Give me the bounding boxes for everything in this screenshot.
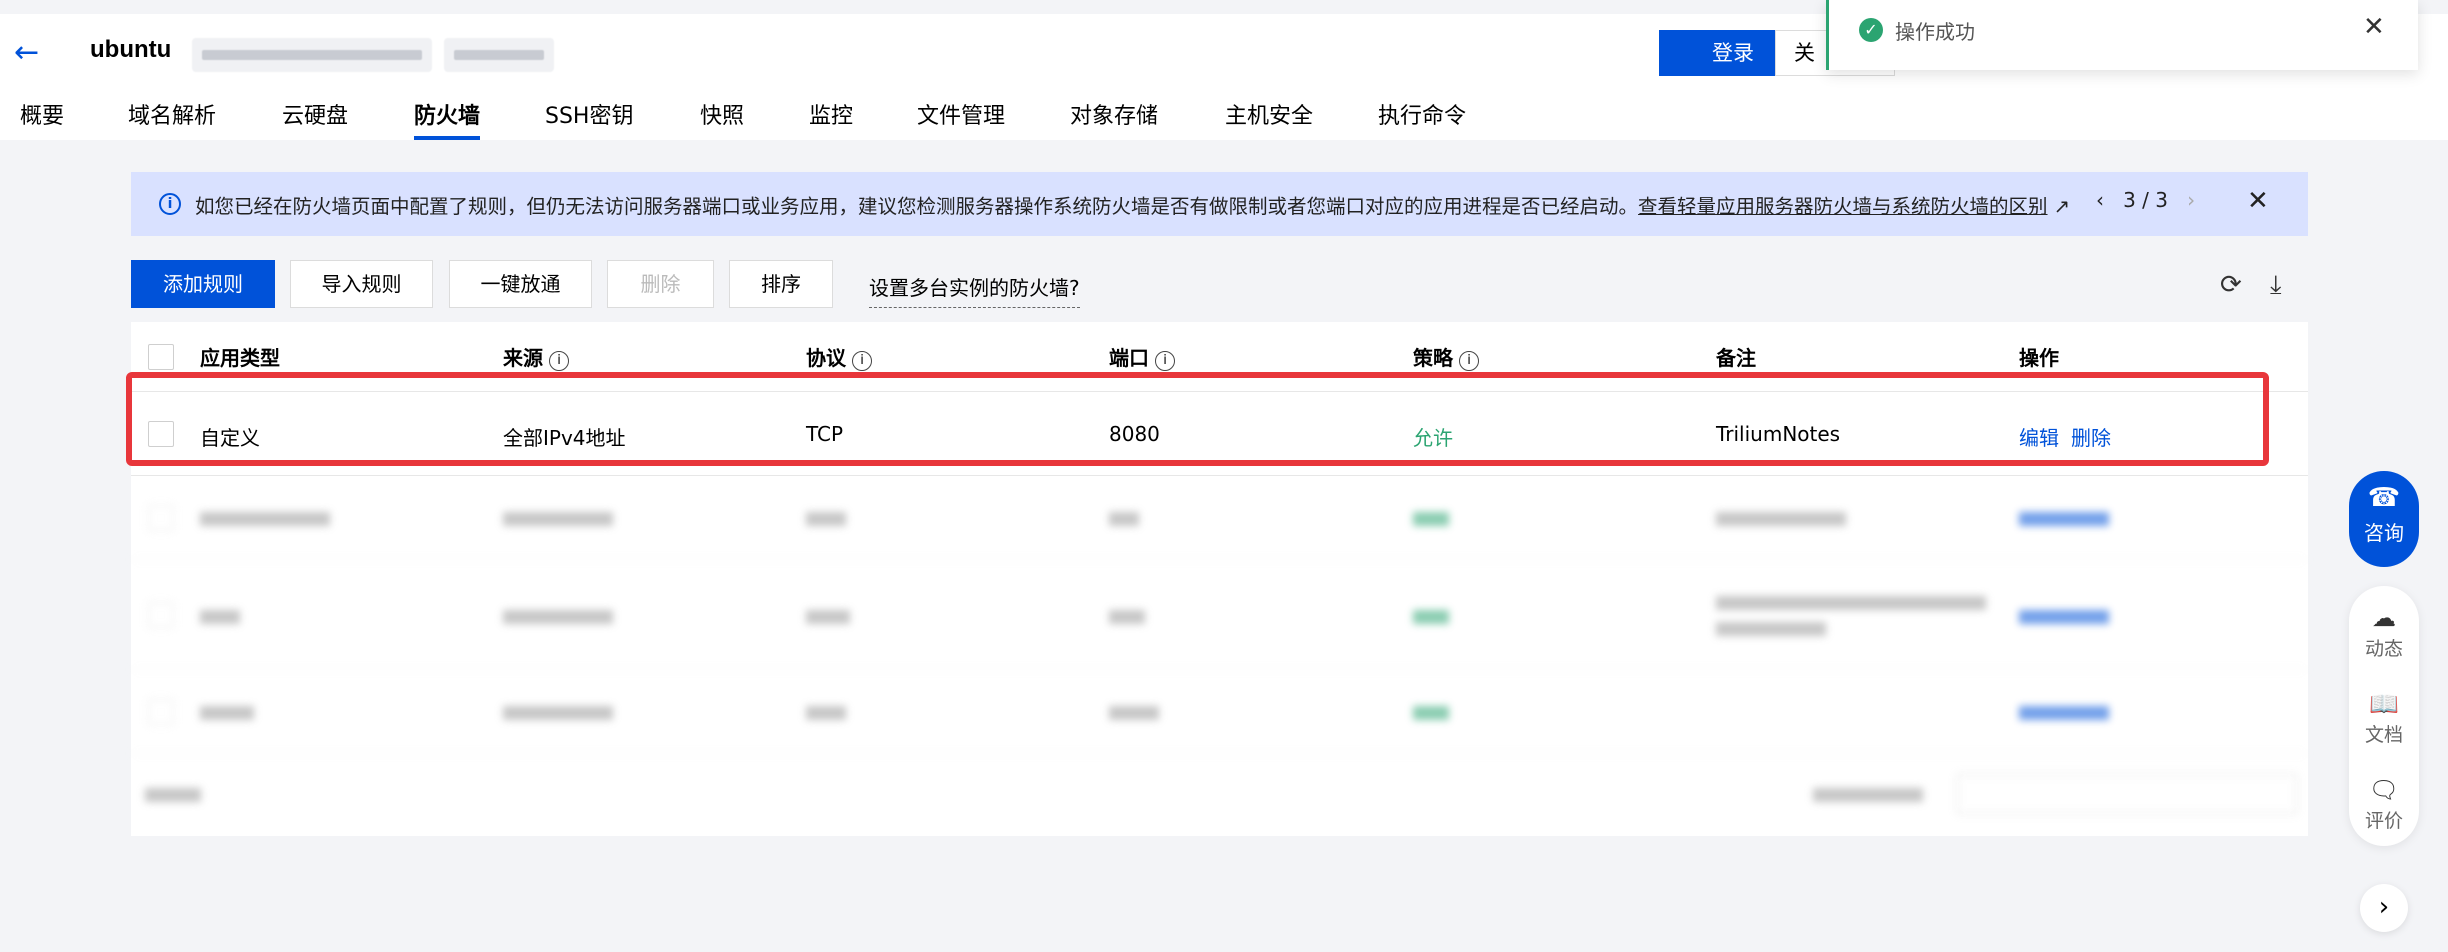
info-icon: i <box>159 193 181 215</box>
col-app-type: 应用类型 <box>200 346 280 370</box>
col-source: 来源 i <box>503 342 569 371</box>
col-policy: 策略 i <box>1413 342 1479 371</box>
add-rule-button[interactable]: 添加规则 <box>131 260 275 308</box>
blurred-text <box>200 610 240 624</box>
banner-message: 如您已经在防火墙页面中配置了规则，但仍无法访问服务器端口或业务应用，建议您检测服… <box>195 195 1639 218</box>
review-label: 评价 <box>2364 810 2403 832</box>
blurred-text <box>1716 512 1846 526</box>
external-link-icon: ↗ <box>2047 195 2071 218</box>
cloud-icon: ☁ <box>2372 604 2396 632</box>
news-label: 动态 <box>2364 638 2403 660</box>
refresh-icon[interactable]: ⟳ <box>2220 270 2242 300</box>
chevron-left-icon[interactable]: ‹ <box>2096 188 2104 212</box>
blurred-actions <box>2019 706 2109 720</box>
col-actions: 操作 <box>2019 346 2059 370</box>
table-row-blurred <box>131 560 2308 670</box>
tab-firewall[interactable]: 防火墙 <box>414 98 481 140</box>
check-circle-icon: ✓ <box>1859 18 1883 42</box>
docs-label: 文档 <box>2364 724 2403 746</box>
blurred-text <box>1413 706 1449 720</box>
blurred-text <box>806 610 850 624</box>
news-button[interactable]: ☁ 动态 <box>2349 604 2419 661</box>
col-protocol: 协议 i <box>806 342 872 371</box>
close-icon[interactable]: ✕ <box>2363 12 2385 42</box>
banner-pager: ‹ 3 / 3 › <box>2096 188 2195 212</box>
arrow-left-icon[interactable]: ← <box>14 36 48 70</box>
blurred-text <box>1716 622 1826 636</box>
blurred-text <box>1109 706 1159 720</box>
instance-name: ubuntu <box>90 36 172 63</box>
comment-icon: 🗨 <box>2368 776 2400 804</box>
float-tool-panel: ☁ 动态 📖 文档 🗨 评价 <box>2349 586 2419 846</box>
banner-page-indicator: 3 / 3 <box>2123 188 2168 212</box>
blurred-text <box>200 706 254 720</box>
banner-text: 如您已经在防火墙页面中配置了规则，但仍无法访问服务器端口或业务应用，建议您检测服… <box>195 190 2070 219</box>
row-checkbox[interactable] <box>148 699 174 725</box>
tab-monitor[interactable]: 监控 <box>809 98 853 140</box>
instance-tag-blurred <box>444 38 554 72</box>
select-all-checkbox[interactable] <box>148 344 174 370</box>
highlight-box <box>126 372 2269 466</box>
tab-overview[interactable]: 概要 <box>20 98 64 140</box>
success-toast: ✓ 操作成功 ✕ <box>1826 0 2418 70</box>
table-row-blurred <box>131 670 2308 754</box>
blurred-page-controls[interactable] <box>1957 774 2297 814</box>
info-banner: i 如您已经在防火墙页面中配置了规则，但仍无法访问服务器端口或业务应用，建议您检… <box>131 172 2308 236</box>
banner-link[interactable]: 查看轻量应用服务器防火墙与系统防火墙的区别 <box>1638 195 2048 218</box>
blurred-actions <box>2019 610 2109 624</box>
sort-button[interactable]: 排序 <box>729 260 833 308</box>
blurred-text <box>503 706 613 720</box>
col-note: 备注 <box>1716 346 1756 370</box>
chevron-right-icon[interactable]: › <box>2187 188 2195 212</box>
blurred-text <box>1109 512 1139 526</box>
row-checkbox[interactable] <box>148 602 174 628</box>
import-rule-button[interactable]: 导入规则 <box>290 260 433 308</box>
row-checkbox[interactable] <box>148 505 174 531</box>
blurred-total <box>145 788 201 802</box>
blurred-text <box>806 512 846 526</box>
blurred-actions <box>2019 512 2109 526</box>
tab-domain[interactable]: 域名解析 <box>128 98 216 140</box>
help-icon: i <box>852 351 872 371</box>
one-click-open-button[interactable]: 一键放通 <box>449 260 592 308</box>
tab-disk[interactable]: 云硬盘 <box>282 98 348 140</box>
blurred-text <box>1413 512 1449 526</box>
docs-button[interactable]: 📖 文档 <box>2349 690 2419 747</box>
help-icon: i <box>1155 351 1175 371</box>
chevron-right-icon[interactable]: › <box>2360 884 2408 932</box>
col-port: 端口 i <box>1109 342 1175 371</box>
instance-id-blurred <box>192 38 432 72</box>
tab-host-security[interactable]: 主机安全 <box>1225 98 1313 140</box>
toast-message: 操作成功 <box>1895 20 1975 44</box>
download-icon[interactable]: ⤓ <box>2270 270 2282 301</box>
blurred-text <box>1413 610 1449 624</box>
close-icon[interactable]: ✕ <box>2247 186 2269 216</box>
pagination-bar <box>131 754 2308 836</box>
blurred-text <box>806 706 846 720</box>
consult-label: 咨询 <box>2364 521 2404 545</box>
consult-button[interactable]: ☎ 咨询 <box>2349 471 2419 567</box>
help-icon: i <box>1459 351 1479 371</box>
blurred-text <box>200 512 330 526</box>
help-icon: i <box>549 351 569 371</box>
delete-button[interactable]: 删除 <box>607 260 714 308</box>
blurred-text <box>503 512 613 526</box>
blurred-text <box>1109 610 1145 624</box>
multi-instance-firewall-link[interactable]: 设置多台实例的防火墙? <box>869 272 1080 308</box>
table-row-blurred <box>131 476 2308 560</box>
tab-object-storage[interactable]: 对象存储 <box>1070 98 1158 140</box>
tab-exec-command[interactable]: 执行命令 <box>1378 98 1466 140</box>
review-button[interactable]: 🗨 评价 <box>2349 776 2419 833</box>
tab-files[interactable]: 文件管理 <box>917 98 1005 140</box>
tab-snapshot[interactable]: 快照 <box>700 98 744 140</box>
blurred-text <box>1716 596 1986 610</box>
headset-icon: ☎ <box>2367 483 2401 513</box>
blurred-text <box>503 610 613 624</box>
book-icon: 📖 <box>2369 690 2399 718</box>
blurred-page-size <box>1813 788 1923 802</box>
tab-ssh[interactable]: SSH密钥 <box>545 98 633 140</box>
